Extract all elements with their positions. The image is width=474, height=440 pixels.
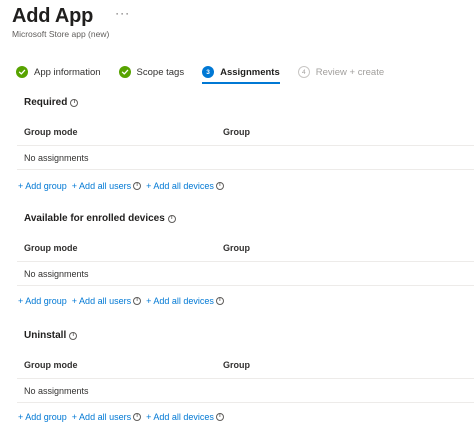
info-icon[interactable]: i bbox=[133, 182, 142, 190]
grid-header: Group mode Group bbox=[17, 351, 474, 379]
section-title: Required i bbox=[24, 97, 79, 108]
assignment-actions: + Add group + Add all users i + Add all d… bbox=[18, 181, 224, 191]
column-header-group[interactable]: Group bbox=[223, 243, 250, 253]
add-all-users-link[interactable]: + Add all users i bbox=[71, 412, 142, 422]
info-icon[interactable]: i bbox=[70, 98, 79, 107]
step-number-icon: 3 bbox=[202, 66, 215, 78]
column-header-group[interactable]: Group bbox=[223, 360, 250, 370]
add-all-users-label: + Add all users bbox=[71, 296, 132, 306]
title-row: Add App ··· bbox=[12, 5, 130, 28]
add-all-devices-link[interactable]: + Add all devices i bbox=[146, 412, 224, 422]
assignments-grid: Group mode Group No assignments bbox=[17, 351, 474, 403]
empty-row: No assignments bbox=[17, 379, 474, 403]
info-icon[interactable]: i bbox=[69, 331, 78, 340]
add-group-link[interactable]: + Add group bbox=[18, 181, 67, 191]
info-icon[interactable]: i bbox=[133, 297, 142, 305]
step-label: Scope tags bbox=[136, 66, 185, 78]
step-scope-tags[interactable]: Scope tags bbox=[118, 66, 185, 82]
section-title-text: Available for enrolled devices bbox=[24, 213, 165, 224]
page-title: Add App bbox=[12, 5, 94, 27]
page-header: Add App ··· Microsoft Store app (new) bbox=[12, 5, 130, 39]
info-icon[interactable]: i bbox=[215, 297, 224, 305]
add-app-page: Add App ··· Microsoft Store app (new) Ap… bbox=[0, 0, 474, 440]
step-review-create[interactable]: 4 Review + create bbox=[297, 66, 385, 82]
section-title-text: Uninstall bbox=[24, 330, 67, 341]
assignments-grid: Group mode Group No assignments bbox=[17, 118, 474, 170]
more-options-button[interactable]: ··· bbox=[115, 6, 130, 20]
grid-header: Group mode Group bbox=[17, 118, 474, 146]
grid-header: Group mode Group bbox=[17, 234, 474, 262]
empty-row: No assignments bbox=[17, 262, 474, 286]
step-label: Assignments bbox=[220, 66, 280, 78]
empty-row: No assignments bbox=[17, 146, 474, 170]
column-header-group-mode[interactable]: Group mode bbox=[17, 360, 223, 370]
info-icon[interactable]: i bbox=[215, 413, 224, 421]
section-title: Uninstall i bbox=[24, 330, 78, 341]
add-group-link[interactable]: + Add group bbox=[18, 296, 67, 306]
assignment-actions: + Add group + Add all users i + Add all d… bbox=[18, 412, 224, 422]
add-all-users-label: + Add all users bbox=[71, 181, 132, 191]
add-all-users-link[interactable]: + Add all users i bbox=[71, 296, 142, 306]
step-assignments[interactable]: 3 Assignments bbox=[202, 66, 280, 84]
add-all-devices-label: + Add all devices bbox=[146, 181, 214, 191]
step-number-icon: 4 bbox=[297, 66, 310, 78]
page-subtitle: Microsoft Store app (new) bbox=[12, 29, 110, 39]
add-group-label: + Add group bbox=[18, 181, 67, 191]
add-group-label: + Add group bbox=[18, 296, 67, 306]
wizard-steps: App information Scope tags 3 Assignments… bbox=[16, 66, 385, 84]
section-title: Available for enrolled devices i bbox=[24, 213, 176, 224]
add-all-devices-link[interactable]: + Add all devices i bbox=[146, 181, 224, 191]
add-all-users-link[interactable]: + Add all users i bbox=[71, 181, 142, 191]
column-header-group-mode[interactable]: Group mode bbox=[17, 243, 223, 253]
info-icon[interactable]: i bbox=[215, 182, 224, 190]
add-group-link[interactable]: + Add group bbox=[18, 412, 67, 422]
step-label: App information bbox=[34, 66, 101, 78]
add-all-users-label: + Add all users bbox=[71, 412, 132, 422]
info-icon[interactable]: i bbox=[133, 413, 142, 421]
column-header-group[interactable]: Group bbox=[223, 127, 250, 137]
check-icon bbox=[118, 66, 131, 78]
add-all-devices-link[interactable]: + Add all devices i bbox=[146, 296, 224, 306]
step-app-information[interactable]: App information bbox=[16, 66, 101, 82]
add-all-devices-label: + Add all devices bbox=[146, 296, 214, 306]
info-icon[interactable]: i bbox=[167, 214, 176, 223]
section-title-text: Required bbox=[24, 97, 68, 108]
assignment-actions: + Add group + Add all users i + Add all d… bbox=[18, 296, 224, 306]
column-header-group-mode[interactable]: Group mode bbox=[17, 127, 223, 137]
add-all-devices-label: + Add all devices bbox=[146, 412, 214, 422]
step-label: Review + create bbox=[315, 66, 385, 78]
check-icon bbox=[16, 66, 28, 78]
assignments-grid: Group mode Group No assignments bbox=[17, 234, 474, 286]
add-group-label: + Add group bbox=[18, 412, 67, 422]
